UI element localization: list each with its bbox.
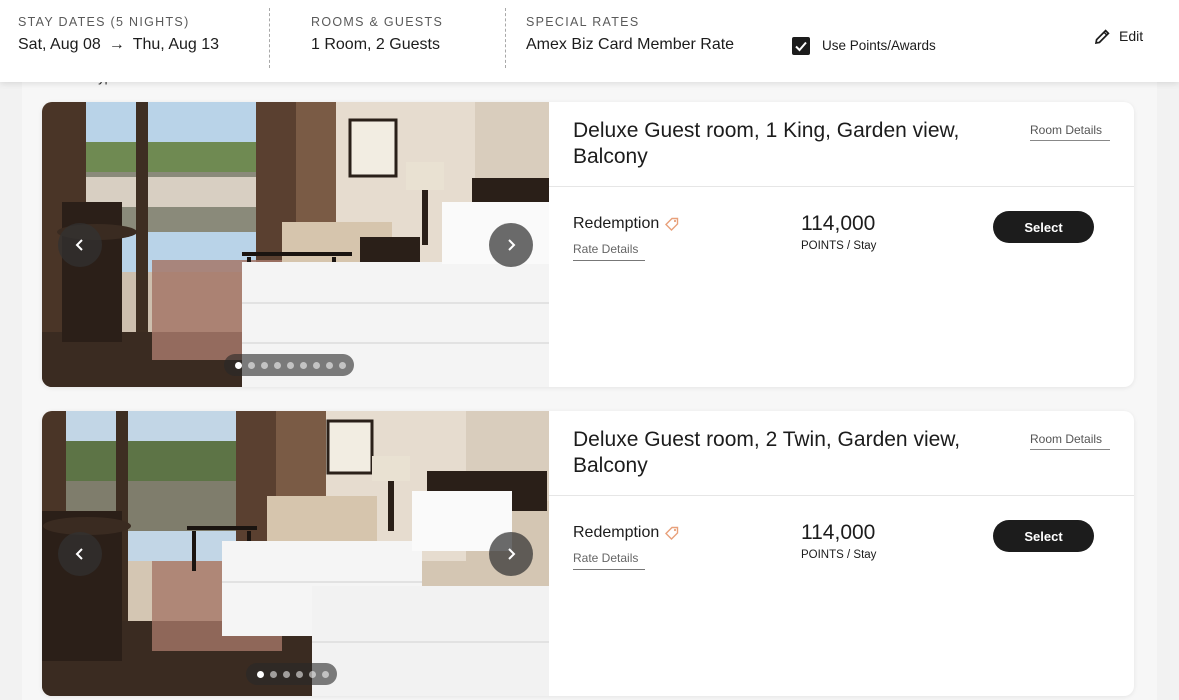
search-summary-bar: STAY DATES (5 NIGHTS) Sat, Aug 08 → Thu, A… bbox=[0, 0, 1179, 82]
rate-name-text: Redemption bbox=[573, 215, 660, 232]
pagination-dot[interactable] bbox=[274, 361, 281, 369]
checkmark-icon bbox=[795, 41, 807, 52]
stay-dates-section[interactable]: STAY DATES (5 NIGHTS) Sat, Aug 08 → Thu, A… bbox=[18, 0, 258, 82]
special-rates-value: Amex Biz Card Member Rate bbox=[526, 36, 735, 53]
room-photo-carousel[interactable] bbox=[42, 102, 549, 387]
chevron-right-icon bbox=[508, 239, 516, 251]
photo-pagination bbox=[246, 663, 337, 685]
pagination-dot[interactable] bbox=[248, 361, 255, 369]
divider bbox=[549, 495, 1134, 496]
pagination-dot[interactable] bbox=[300, 361, 307, 369]
rate-name-text: Redemption bbox=[573, 524, 660, 541]
price-unit: POINTS / Stay bbox=[801, 549, 877, 561]
room-title: Deluxe Guest room, 1 King, Garden view, … bbox=[573, 119, 960, 168]
edit-button[interactable]: Edit bbox=[1094, 27, 1143, 45]
room-card: Deluxe Guest room, 1 King, Garden view, … bbox=[42, 102, 1134, 387]
pagination-dot[interactable] bbox=[287, 361, 294, 369]
points-price: 114,000 bbox=[801, 521, 876, 544]
rate-name: Redemption bbox=[573, 215, 679, 233]
pagination-dot[interactable] bbox=[296, 670, 303, 678]
chevron-left-icon bbox=[75, 239, 83, 251]
previous-photo-button[interactable] bbox=[58, 532, 102, 576]
next-photo-button[interactable] bbox=[489, 532, 533, 576]
chevron-right-icon bbox=[508, 548, 516, 560]
next-photo-button[interactable] bbox=[489, 223, 533, 267]
edit-label: Edit bbox=[1119, 28, 1144, 44]
pagination-dot[interactable] bbox=[257, 670, 264, 678]
pagination-dot[interactable] bbox=[322, 670, 329, 678]
special-rates-label: SPECIAL RATES bbox=[526, 15, 640, 29]
pagination-dot[interactable] bbox=[339, 361, 346, 369]
rate-details-link[interactable]: Rate Details bbox=[573, 242, 645, 261]
select-button[interactable]: Select bbox=[993, 520, 1094, 552]
room-photo bbox=[42, 411, 549, 696]
stay-dates-value: Sat, Aug 08 → Thu, Aug 13 bbox=[18, 36, 219, 54]
use-points-label[interactable]: Use Points/Awards bbox=[822, 38, 936, 53]
price-unit: POINTS / Stay bbox=[801, 240, 877, 252]
pencil-icon bbox=[1094, 28, 1110, 44]
photo-pagination bbox=[224, 354, 354, 376]
tag-icon bbox=[665, 217, 679, 231]
rooms-guests-value: 1 Room, 2 Guests bbox=[311, 36, 440, 53]
arrow-right-icon: → bbox=[108, 36, 125, 53]
pagination-dot[interactable] bbox=[261, 361, 268, 369]
pagination-dot[interactable] bbox=[283, 670, 290, 678]
select-button[interactable]: Select bbox=[993, 211, 1094, 243]
room-details-link[interactable]: Room Details bbox=[1030, 123, 1110, 141]
room-details-link[interactable]: Room Details bbox=[1030, 432, 1110, 450]
room-photo-carousel[interactable] bbox=[42, 411, 549, 696]
rooms-guests-section[interactable]: ROOMS & GUESTS 1 Room, 2 Guests bbox=[311, 0, 491, 82]
room-info: Deluxe Guest room, 2 Twin, Garden view, … bbox=[549, 411, 1134, 696]
rate-details-link[interactable]: Rate Details bbox=[573, 551, 645, 570]
special-rates-section[interactable]: SPECIAL RATES Amex Biz Card Member Rate bbox=[526, 0, 766, 82]
tag-icon bbox=[665, 526, 679, 540]
room-card: Deluxe Guest room, 2 Twin, Garden view, … bbox=[42, 411, 1134, 696]
points-price: 114,000 bbox=[801, 212, 876, 235]
room-photo bbox=[42, 102, 549, 387]
pagination-dot[interactable] bbox=[309, 670, 316, 678]
pagination-dot[interactable] bbox=[270, 670, 277, 678]
divider bbox=[549, 186, 1134, 187]
pagination-dot[interactable] bbox=[235, 361, 242, 369]
pagination-dot[interactable] bbox=[313, 361, 320, 369]
room-title: Deluxe Guest room, 2 Twin, Garden view, … bbox=[573, 428, 961, 477]
checkout-date: Thu, Aug 13 bbox=[132, 36, 220, 53]
rooms-guests-label: ROOMS & GUESTS bbox=[311, 15, 444, 29]
section-divider bbox=[505, 8, 506, 68]
chevron-left-icon bbox=[75, 548, 83, 560]
stay-dates-label: STAY DATES (5 NIGHTS) bbox=[18, 15, 190, 29]
section-divider bbox=[269, 8, 270, 68]
use-points-checkbox[interactable] bbox=[792, 37, 810, 55]
pagination-dot[interactable] bbox=[326, 361, 333, 369]
previous-photo-button[interactable] bbox=[58, 223, 102, 267]
room-info: Deluxe Guest room, 1 King, Garden view, … bbox=[549, 102, 1134, 387]
rate-name: Redemption bbox=[573, 524, 679, 542]
checkin-date: Sat, Aug 08 bbox=[18, 36, 101, 53]
